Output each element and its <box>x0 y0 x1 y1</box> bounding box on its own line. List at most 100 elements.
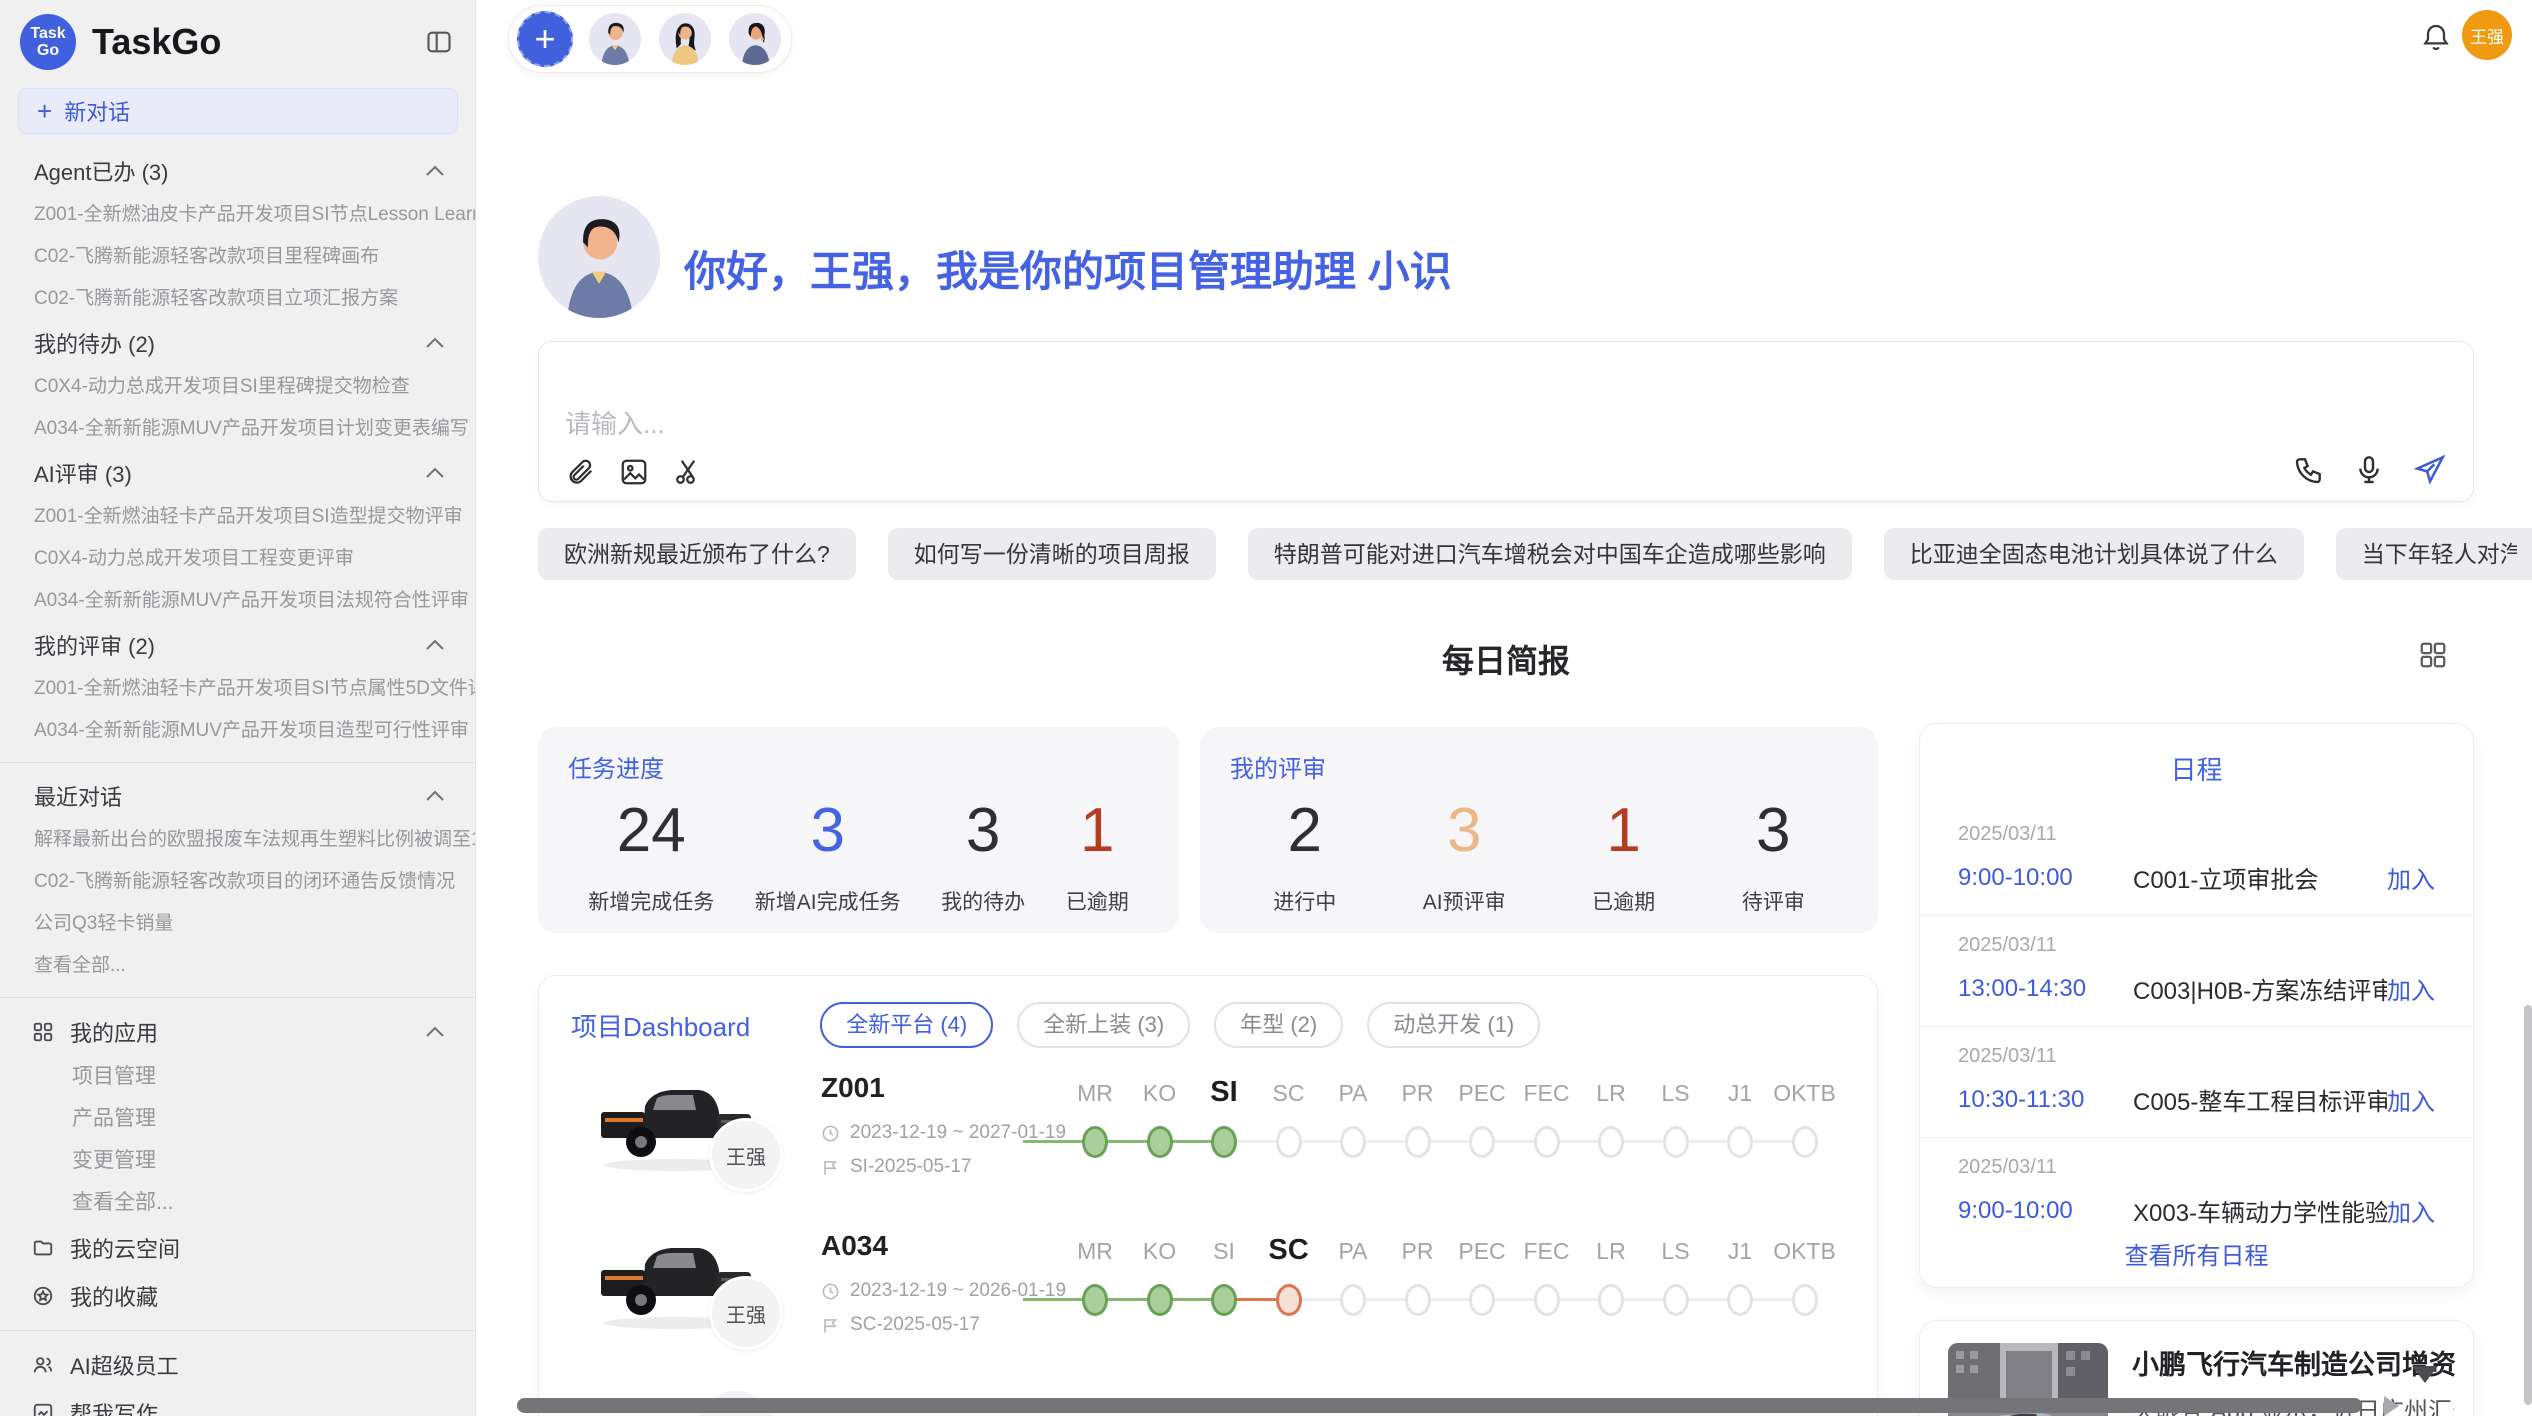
suggestion-chip[interactable]: 欧洲新规最近颁布了什么? <box>538 528 856 580</box>
milestone-node[interactable] <box>1082 1284 1108 1316</box>
scissors-icon[interactable] <box>673 457 703 487</box>
new-chat-button[interactable]: + 新对话 <box>18 88 458 134</box>
dashboard-tab[interactable]: 全新平台 (4) <box>820 1002 993 1048</box>
view-all-schedule-link[interactable]: 查看所有日程 <box>1920 1236 2473 1271</box>
sidebar-item-favorites[interactable]: 我的收藏 <box>0 1272 475 1320</box>
milestone-node[interactable] <box>1469 1126 1495 1158</box>
sidebar-section-header[interactable]: 我的评审 (2) <box>0 622 475 668</box>
schedule-title: 日程 <box>1920 750 2473 787</box>
milestone-node[interactable] <box>1534 1126 1560 1158</box>
sidebar-recent-item[interactable]: C02-飞腾新能源轻客改款项目的闭环通告反馈情况 <box>0 861 475 903</box>
suggestion-chip[interactable]: 当下年轻人对汽车外观有怎样的喜好趋势 <box>2336 528 2532 580</box>
sidebar-section-header[interactable]: AI评审 (3) <box>0 450 475 496</box>
dashboard-tab[interactable]: 全新上装 (3) <box>1017 1002 1190 1048</box>
milestone-node[interactable] <box>1147 1284 1173 1316</box>
milestone-label: FEC <box>1524 1238 1570 1265</box>
attachment-icon[interactable] <box>565 457 595 487</box>
sidebar-task-item[interactable]: A034-全新新能源MUV产品开发项目计划变更表编写 <box>0 408 475 450</box>
dashboard-tabs: 全新平台 (4) 全新上装 (3) 年型 (2) 动总开发 (1) <box>820 1002 1540 1048</box>
milestone-node[interactable] <box>1276 1284 1302 1316</box>
milestone-label: LR <box>1596 1238 1625 1265</box>
suggestion-chip[interactable]: 如何写一份清晰的项目周报 <box>888 528 1216 580</box>
conversation-avatar[interactable] <box>657 11 713 67</box>
sidebar-task-item[interactable]: C0X4-动力总成开发项目工程变更评审 <box>0 538 475 580</box>
milestone-node[interactable] <box>1792 1284 1818 1316</box>
user-avatar[interactable]: 王强 <box>2462 10 2512 60</box>
milestone-node[interactable] <box>1663 1284 1689 1316</box>
apps-grid-icon <box>32 1021 54 1043</box>
microphone-icon[interactable] <box>2353 454 2385 486</box>
sidebar-task-item[interactable]: Z001-全新燃油轻卡产品开发项目SI造型提交物评审 <box>0 496 475 538</box>
milestone-node[interactable] <box>1340 1284 1366 1316</box>
project-row[interactable]: 王强 Z001 2023-12-19 ~ 2027-01-19 SI-2025-… <box>539 1060 1877 1218</box>
milestone-node[interactable] <box>1405 1126 1431 1158</box>
app-title: TaskGo <box>92 21 221 63</box>
sidebar-app-item[interactable]: 变更管理 <box>0 1140 475 1182</box>
phone-call-icon[interactable] <box>2293 454 2325 486</box>
sidebar-task-item[interactable]: C0X4-动力总成开发项目SI里程碑提交物检查 <box>0 366 475 408</box>
scroll-right-arrow[interactable] <box>2384 1396 2399 1416</box>
briefing-layout-icon[interactable] <box>2418 640 2448 670</box>
milestone-node[interactable] <box>1598 1284 1624 1316</box>
send-icon[interactable] <box>2413 453 2447 487</box>
milestone-node[interactable] <box>1534 1284 1560 1316</box>
suggestion-chip[interactable]: 特朗普可能对进口汽车增税会对中国车企造成哪些影响 <box>1248 528 1852 580</box>
chat-composer[interactable]: 请输入... <box>538 341 2474 502</box>
event-join-link[interactable]: 加入 <box>2387 1082 2435 1117</box>
event-join-link[interactable]: 加入 <box>2387 971 2435 1006</box>
stat-label: 进行中 <box>1273 886 1336 916</box>
sidebar-task-item[interactable]: A034-全新新能源MUV产品开发项目法规符合性评审 <box>0 580 475 622</box>
suggestion-chip-partial[interactable] <box>2517 528 2532 580</box>
event-join-link[interactable]: 加入 <box>2387 860 2435 895</box>
milestone-node[interactable] <box>1211 1284 1237 1316</box>
milestone-node[interactable] <box>1340 1126 1366 1158</box>
sidebar-recent-item[interactable]: 查看全部... <box>0 945 475 987</box>
scroll-down-arrow[interactable] <box>2412 1366 2438 1383</box>
stat-value: 3 <box>755 796 901 866</box>
milestone-node[interactable] <box>1469 1284 1495 1316</box>
sidebar-section-header[interactable]: Agent已办 (3) <box>0 148 475 194</box>
event-join-link[interactable]: 加入 <box>2387 1193 2435 1228</box>
image-upload-icon[interactable] <box>619 457 649 487</box>
vertical-scrollbar[interactable] <box>2524 1005 2532 1405</box>
conversation-avatar[interactable] <box>727 11 783 67</box>
sidebar-recent-item[interactable]: 解释最新出台的欧盟报废车法规再生塑料比例被调至15%... <box>0 819 475 861</box>
dashboard-tab[interactable]: 动总开发 (1) <box>1367 1002 1540 1048</box>
sidebar-task-item[interactable]: C02-飞腾新能源轻客改款项目立项汇报方案 <box>0 278 475 320</box>
milestone-label: PEC <box>1458 1080 1505 1107</box>
sidebar-task-item[interactable]: A034-全新新能源MUV产品开发项目造型可行性评审 <box>0 710 475 752</box>
sidebar-recent-item[interactable]: 公司Q3轻卡销量 <box>0 903 475 945</box>
horizontal-scrollbar[interactable] <box>517 1398 2362 1413</box>
sidebar-tool-item[interactable]: 帮我写作 <box>0 1389 475 1416</box>
project-row[interactable]: 王强 A034 2023-12-19 ~ 2026-01-19 SC-2025-… <box>539 1218 1877 1376</box>
sidebar-collapse-icon[interactable] <box>425 28 453 56</box>
milestone-node[interactable] <box>1405 1284 1431 1316</box>
sidebar-task-item[interactable]: Z001-全新燃油皮卡产品开发项目SI节点Lesson Learn报告 <box>0 194 475 236</box>
add-conversation-button[interactable]: + <box>517 11 573 67</box>
milestone-node[interactable] <box>1663 1126 1689 1158</box>
suggestion-chip[interactable]: 比亚迪全固态电池计划具体说了什么 <box>1884 528 2304 580</box>
milestone-node[interactable] <box>1211 1126 1237 1158</box>
sidebar-app-item[interactable]: 项目管理 <box>0 1056 475 1098</box>
milestone-node[interactable] <box>1147 1126 1173 1158</box>
milestone-node[interactable] <box>1276 1126 1302 1158</box>
dashboard-tab[interactable]: 年型 (2) <box>1214 1002 1343 1048</box>
conversation-avatar[interactable] <box>587 11 643 67</box>
sidebar-recent-header[interactable]: 最近对话 <box>0 773 475 819</box>
stat-item: 3待评审 <box>1742 796 1805 916</box>
sidebar-item-cloud-space[interactable]: 我的云空间 <box>0 1224 475 1272</box>
sidebar-section-header[interactable]: 我的待办 (2) <box>0 320 475 366</box>
sidebar-task-item[interactable]: C02-飞腾新能源轻客改款项目里程碑画布 <box>0 236 475 278</box>
milestone-node[interactable] <box>1082 1126 1108 1158</box>
sidebar-task-item[interactable]: Z001-全新燃油轻卡产品开发项目SI节点属性5D文件评审 <box>0 668 475 710</box>
sidebar-app-item[interactable]: 查看全部... <box>0 1182 475 1224</box>
sidebar-app-item[interactable]: 产品管理 <box>0 1098 475 1140</box>
sidebar: Task Go TaskGo + 新对话 Agent已办 (3)Z001-全新燃… <box>0 0 476 1416</box>
milestone-node[interactable] <box>1598 1126 1624 1158</box>
milestone-node[interactable] <box>1792 1126 1818 1158</box>
milestone-node[interactable] <box>1727 1284 1753 1316</box>
notification-bell-icon[interactable] <box>2420 22 2452 54</box>
sidebar-tool-item[interactable]: AI超级员工 <box>0 1341 475 1389</box>
sidebar-my-apps[interactable]: 我的应用 <box>0 1008 475 1056</box>
milestone-node[interactable] <box>1727 1126 1753 1158</box>
